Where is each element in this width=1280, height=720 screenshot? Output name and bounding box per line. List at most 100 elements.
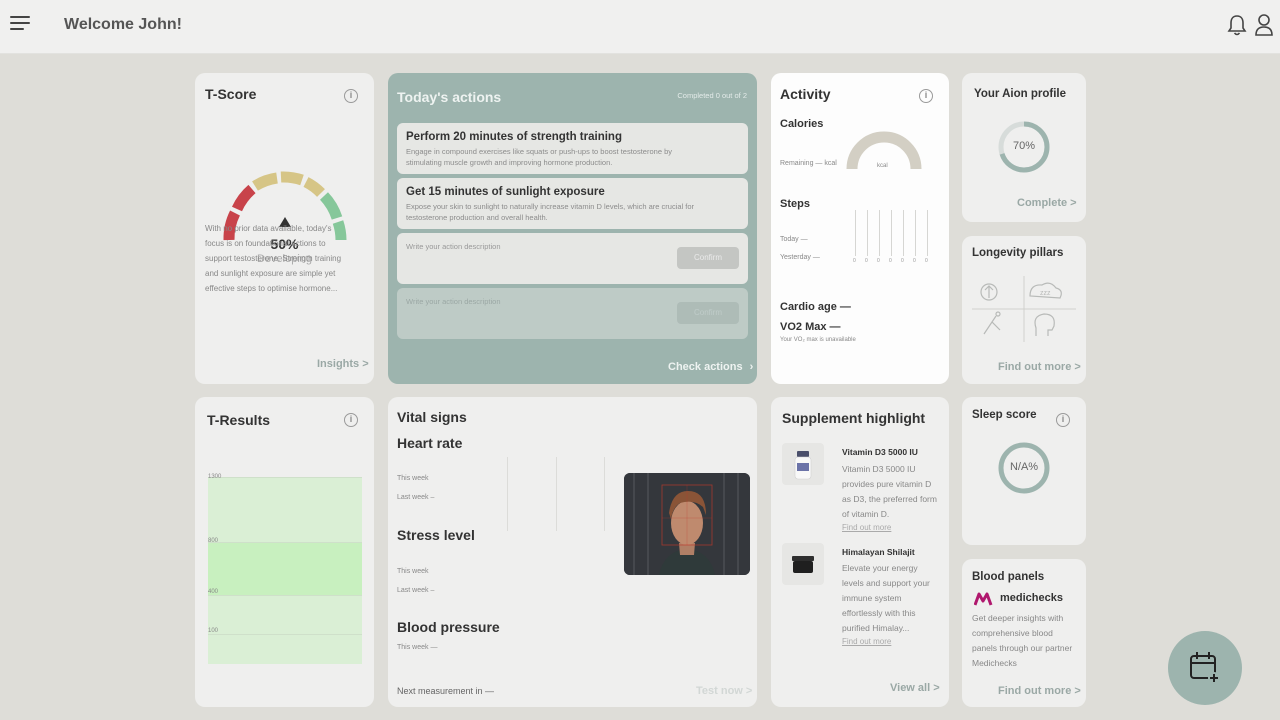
gauge-segment-green	[319, 192, 343, 220]
actions-completed: Completed 0 out of 2	[677, 91, 747, 100]
action-input-box: Write your action description Confirm	[397, 233, 748, 284]
steps-bar	[915, 210, 916, 256]
longevity-card: Longevity pillars zzz Find out more >	[962, 236, 1086, 384]
top-bar: Welcome John!	[0, 0, 1280, 54]
actions-card: Today's actions Completed 0 out of 2 Per…	[388, 73, 757, 384]
steps-bar-label: 0	[865, 258, 868, 264]
tscore-card: T-Score i 50% Developing With no prior d…	[195, 73, 374, 384]
exercise-icon	[983, 311, 1001, 335]
info-icon[interactable]: i	[919, 89, 933, 103]
face-scan-preview[interactable]	[624, 473, 750, 575]
supplement-card: Supplement highlight Vitamin D3 5000 IU …	[771, 397, 949, 707]
calories-remaining: Remaining — kcal	[780, 160, 837, 167]
complete-link[interactable]: Complete >	[1017, 197, 1077, 209]
supplement-name: Himalayan Shilajit	[842, 547, 915, 557]
gauge-segment-yellow	[252, 172, 279, 191]
action-item-description: Engage in compound exercises like squats…	[406, 147, 672, 167]
action-item-title: Perform 20 minutes of strength training	[406, 131, 622, 143]
check-actions-label: Check actions	[668, 361, 743, 373]
chevron-right-icon: ›	[749, 361, 754, 373]
test-now-link[interactable]: Test now >	[696, 685, 752, 697]
stress-level-label: Stress level	[397, 527, 475, 543]
vital-signs-card: Vital signs Heart rate This week Last we…	[388, 397, 757, 707]
steps-today: Today —	[780, 236, 808, 243]
longevity-title: Longevity pillars	[972, 247, 1064, 259]
cardio-age: Cardio age —	[780, 301, 851, 313]
bell-icon[interactable]	[1226, 13, 1248, 37]
chart-band	[208, 595, 362, 664]
gauge-segment-red	[231, 184, 256, 212]
activity-card: Activity i Calories Remaining — kcal kca…	[771, 73, 949, 384]
svg-text:zzz: zzz	[1040, 290, 1051, 297]
heart-last-week: Last week –	[397, 494, 435, 501]
heart-this-week: This week	[397, 475, 429, 482]
longevity-pillars-grid: zzz	[972, 276, 1076, 342]
confirm-button[interactable]: Confirm	[677, 247, 739, 269]
menu-icon[interactable]	[10, 16, 30, 32]
vo2-note: Your VO₂ max is unavailable	[780, 337, 856, 343]
aion-percent: 70%	[1012, 140, 1036, 152]
action-item[interactable]: Get 15 minutes of sunlight exposure Expo…	[397, 178, 748, 229]
tresults-tick: 800	[208, 538, 219, 544]
tresults-title: T-Results	[207, 412, 271, 428]
tresults-tick: 1300	[208, 474, 222, 480]
view-all-link[interactable]: View all >	[890, 682, 940, 694]
supplement-find-out-more[interactable]: Find out more	[842, 523, 891, 532]
bp-this-week: This week —	[397, 644, 438, 651]
vo2-max: VO2 Max —	[780, 321, 841, 333]
add-calendar-button[interactable]	[1168, 631, 1242, 705]
medichecks-logo-icon	[974, 592, 993, 606]
steps-bar-label: 0	[901, 258, 904, 264]
supplement-title: Supplement highlight	[782, 410, 926, 426]
steps-bar-label: 0	[853, 258, 856, 264]
shilajit-jar-icon	[792, 556, 814, 573]
confirm-button[interactable]: Confirm	[677, 302, 739, 324]
blood-title: Blood panels	[972, 571, 1045, 583]
info-icon[interactable]: i	[344, 413, 358, 427]
supplement-find-out-more[interactable]: Find out more	[842, 637, 891, 646]
info-icon[interactable]: i	[1056, 413, 1070, 427]
vitamin-bottle-icon	[794, 451, 812, 480]
steps-bar	[867, 210, 868, 256]
gauge-segment-yellow	[303, 177, 325, 197]
action-item-description: Expose your skin to sunlight to naturall…	[406, 202, 695, 222]
longevity-find-out-more[interactable]: Find out more >	[998, 361, 1081, 373]
supplement-image[interactable]	[782, 543, 824, 585]
supplement-description: Vitamin D3 5000 IU provides pure vitamin…	[842, 464, 937, 519]
gauge-segment-yellow	[280, 171, 304, 186]
info-icon[interactable]: i	[344, 89, 358, 103]
actions-title: Today's actions	[397, 89, 502, 105]
aion-profile-card: Your Aion profile 70% Complete >	[962, 73, 1086, 222]
tresults-tick: 100	[208, 628, 219, 634]
tresults-chart	[208, 477, 362, 664]
insights-link[interactable]: Insights >	[317, 358, 369, 370]
action-input-box: Write your action description Confirm	[397, 288, 748, 339]
steps-label: Steps	[780, 198, 810, 210]
action-item[interactable]: Perform 20 minutes of strength training …	[397, 123, 748, 174]
supplement-image[interactable]	[782, 443, 824, 485]
tresults-tick: 400	[208, 589, 219, 595]
sleep-score-value: N/A%	[1009, 461, 1039, 473]
supplement-name: Vitamin D3 5000 IU	[842, 447, 918, 457]
vitals-title: Vital signs	[397, 409, 467, 425]
action-description-input[interactable]: Write your action description	[406, 242, 501, 251]
blood-pressure-label: Blood pressure	[397, 619, 500, 635]
blood-description: Get deeper insights with comprehensive b…	[972, 613, 1073, 668]
calendar-plus-icon	[1190, 652, 1220, 684]
chart-band	[208, 477, 362, 542]
steps-bar	[927, 210, 928, 256]
medichecks-brand: medichecks	[1000, 592, 1063, 604]
blood-find-out-more[interactable]: Find out more >	[998, 685, 1081, 697]
user-icon[interactable]	[1254, 13, 1274, 37]
mind-icon	[1034, 313, 1055, 336]
blood-panels-card: Blood panels medichecks Get deeper insig…	[962, 559, 1086, 707]
steps-bar	[879, 210, 880, 256]
stress-this-week: This week	[397, 568, 429, 575]
strength-icon	[980, 283, 998, 301]
stress-last-week: Last week –	[397, 587, 435, 594]
next-measurement: Next measurement in —	[397, 686, 495, 696]
action-description-input[interactable]: Write your action description	[406, 297, 501, 306]
face-scan-image	[624, 473, 750, 575]
check-actions-link[interactable]: Check actions ›	[668, 361, 753, 373]
steps-chart: 0 0 0 0 0 0 0	[853, 210, 937, 266]
